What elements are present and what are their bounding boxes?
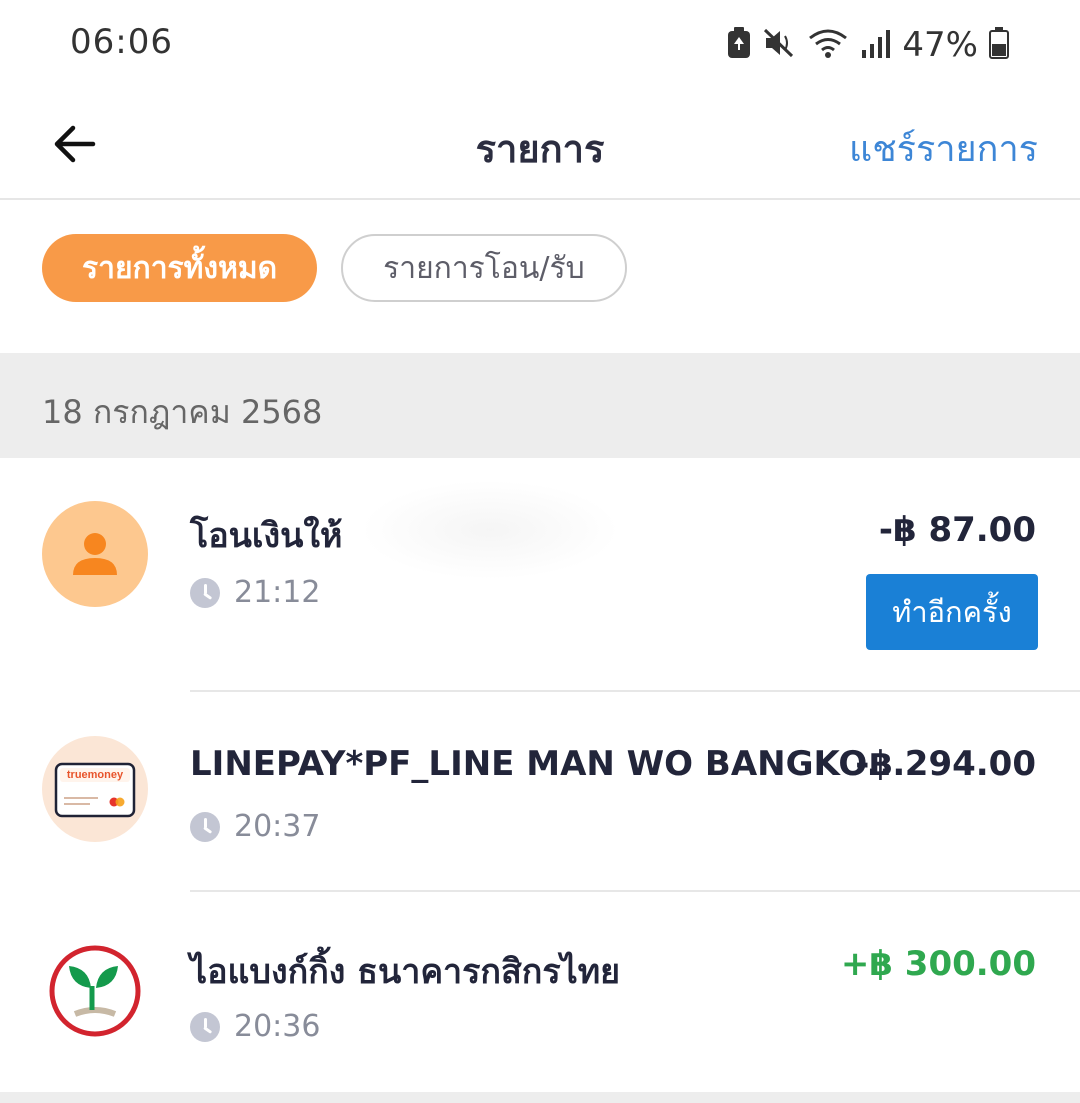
transaction-time: 20:37 (190, 809, 320, 844)
battery-percent: 47% (902, 25, 978, 65)
status-bar: 06:06 47% (0, 0, 1080, 90)
clock-icon (190, 1011, 220, 1042)
redacted-recipient (360, 480, 620, 580)
transaction-title: โอนเงินให้ (190, 516, 343, 556)
wifi-icon (806, 26, 850, 64)
status-time: 06:06 (70, 22, 173, 62)
date-group-header: 18 กรกฎาคม 2568 (0, 353, 1080, 458)
mute-icon (762, 26, 796, 64)
repeat-transaction-button[interactable]: ทำอีกครั้ง (866, 574, 1038, 650)
transaction-time-value: 20:36 (234, 1009, 321, 1044)
transaction-row[interactable]: โอนเงินให้ 21:12 -฿ 87.00 ทำอีกครั้ง (0, 458, 1080, 692)
person-icon (42, 501, 148, 607)
battery-icon (988, 26, 1010, 64)
transaction-title: LINEPAY*PF_LINE MAN WO BANGKO... (190, 744, 906, 784)
share-list-link[interactable]: แชร์รายการ (849, 120, 1038, 177)
transaction-time: 20:36 (190, 1009, 320, 1044)
truemoney-card-icon: truemoney (42, 736, 148, 842)
app-header: รายการ แชร์รายการ (0, 90, 1080, 200)
kasikorn-bank-logo (42, 938, 148, 1044)
filter-chips: รายการทั้งหมด รายการโอน/รับ (42, 234, 627, 306)
battery-saver-icon (726, 26, 752, 64)
filter-transfer-chip[interactable]: รายการโอน/รับ (341, 234, 627, 302)
transaction-title: ไอแบงก์กิ้ง ธนาคารกสิกรไทย (190, 952, 621, 992)
bottom-separator (0, 1092, 1080, 1103)
transaction-amount: +฿ 300.00 (840, 944, 1036, 984)
clock-icon (190, 577, 220, 608)
transaction-amount: -฿ 294.00 (855, 744, 1036, 784)
clock-icon (190, 811, 220, 842)
filter-all-chip[interactable]: รายการทั้งหมด (42, 234, 318, 302)
transaction-amount: -฿ 87.00 (878, 510, 1036, 550)
truemoney-logo-text: truemoney (66, 769, 124, 781)
date-group-label: 18 กรกฎาคม 2568 (42, 393, 323, 431)
signal-icon (860, 26, 892, 64)
transaction-time: 21:12 (190, 575, 320, 610)
transaction-row[interactable]: ไอแบงก์กิ้ง ธนาคารกสิกรไทย 20:36 +฿ 300.… (0, 892, 1080, 1092)
transaction-time-value: 21:12 (234, 575, 321, 610)
transaction-row[interactable]: truemoney LINEPAY*PF_LINE MAN WO BANGKO.… (0, 692, 1080, 892)
transaction-time-value: 20:37 (234, 809, 321, 844)
status-icons: 47% (726, 20, 1010, 70)
